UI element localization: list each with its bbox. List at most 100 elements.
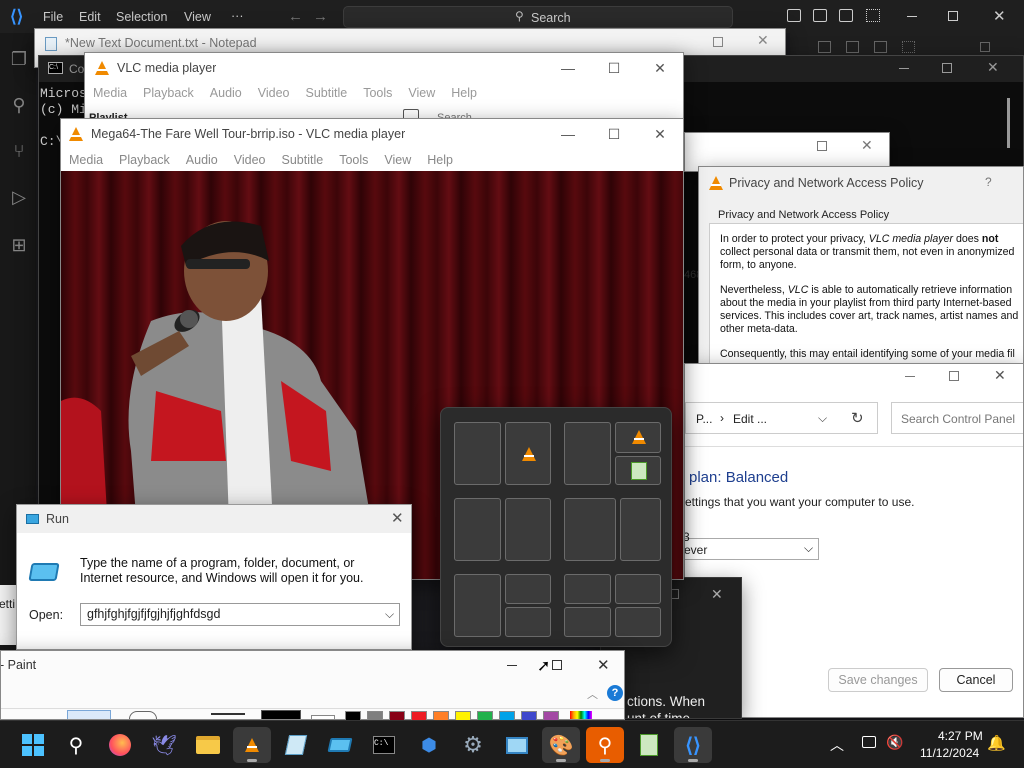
notepad-plus-icon[interactable] [630, 727, 668, 763]
vscode-close-icon[interactable]: ✕ [993, 7, 1006, 25]
vscode-menu-more[interactable]: ··· [231, 9, 244, 23]
menu-tools[interactable]: Tools [355, 86, 400, 100]
menu-audio[interactable]: Audio [202, 86, 250, 100]
network-status-icon[interactable] [862, 736, 876, 748]
notepad-taskbar-icon[interactable] [277, 727, 315, 763]
vscode-menu-view[interactable]: View [184, 10, 211, 24]
magnifier-taskbar-icon[interactable]: ⚲ [586, 727, 624, 763]
notepad-close-icon[interactable]: ✕ [757, 32, 769, 49]
search-icon[interactable]: ⚲ [9, 95, 29, 115]
snap-zone[interactable] [564, 607, 611, 637]
snap-zone[interactable] [564, 574, 611, 604]
clock-time[interactable]: 4:27 PM [938, 729, 983, 743]
snap-zone[interactable] [505, 574, 551, 604]
layout-secondary-icon[interactable] [839, 9, 853, 22]
notepad-maximize-icon[interactable] [713, 37, 723, 47]
menu-help[interactable]: Help [443, 86, 485, 100]
menu-video[interactable]: Video [250, 86, 298, 100]
snap-zone[interactable] [564, 498, 616, 561]
vscode-search-box[interactable]: ⚲ Search [343, 6, 733, 28]
menu-help[interactable]: Help [419, 153, 461, 167]
cmd-close-icon[interactable]: ✕ [987, 59, 999, 76]
menu-video[interactable]: Video [226, 153, 274, 167]
close-icon[interactable]: ✕ [637, 119, 683, 149]
snap-zone[interactable] [615, 607, 661, 637]
minimize-icon[interactable]: — [545, 119, 591, 149]
save-changes-button[interactable]: Save changes [828, 668, 928, 692]
network-app-icon[interactable]: ⬢ [410, 727, 448, 763]
cancel-button[interactable]: Cancel [939, 668, 1013, 692]
cmd-maximize-icon[interactable] [942, 63, 952, 73]
firefox-icon[interactable] [101, 727, 139, 763]
snap-zone[interactable] [454, 574, 501, 637]
show-hidden-icons-icon[interactable]: ︿ [830, 735, 844, 755]
chevron-down-icon[interactable]: ⌵ [818, 411, 827, 426]
bird-app-icon[interactable]: 🕊 [145, 727, 183, 763]
menu-media[interactable]: Media [61, 153, 111, 167]
vscode-menu-file[interactable]: File [43, 10, 63, 24]
paint-edit-colors-icon[interactable] [570, 711, 592, 719]
snap-zone[interactable] [615, 422, 661, 453]
file-explorer-icon[interactable] [189, 727, 227, 763]
snap-zone[interactable] [505, 498, 551, 561]
paint-color1-swatch[interactable] [261, 710, 301, 719]
start-button[interactable] [14, 727, 52, 763]
menu-view[interactable]: View [376, 153, 419, 167]
forward-arrow-icon[interactable]: → [313, 8, 328, 25]
menu-playback[interactable]: Playback [111, 153, 178, 167]
snap-zone[interactable] [615, 456, 661, 485]
layout-panel-icon[interactable] [813, 9, 827, 22]
address-bar[interactable]: P... › Edit ... ⌵ ↻ [685, 402, 878, 434]
vscode-menu-selection[interactable]: Selection [116, 10, 167, 24]
paint-close-icon[interactable]: ✕ [597, 656, 610, 674]
menu-subtitle[interactable]: Subtitle [274, 153, 332, 167]
privacy-help-icon[interactable]: ? [985, 175, 992, 189]
vscode-maximize-icon[interactable] [948, 11, 958, 21]
maximize-icon[interactable]: ☐ [591, 53, 637, 83]
layout-customize-icon[interactable] [866, 9, 880, 22]
back-arrow-icon[interactable]: ← [288, 8, 303, 25]
sleep-select[interactable]: ever ⌵ [685, 538, 819, 560]
paint-help-icon[interactable]: ? [607, 685, 623, 701]
maximize-icon[interactable] [817, 141, 827, 151]
minimize-icon[interactable] [905, 376, 915, 377]
close-icon[interactable]: ✕ [861, 137, 873, 154]
explorer-icon[interactable]: ❐ [9, 49, 29, 69]
run-debug-icon[interactable]: ▷ [9, 187, 29, 207]
paint-shapes-icon[interactable] [129, 711, 157, 719]
cmd-scrollbar[interactable] [1007, 98, 1010, 148]
source-control-icon[interactable]: ⑂ [9, 141, 29, 161]
paint-selection-tool[interactable] [67, 710, 111, 719]
paint-maximize-icon[interactable] [552, 660, 562, 670]
close-icon[interactable]: ✕ [994, 367, 1006, 384]
menu-subtitle[interactable]: Subtitle [298, 86, 356, 100]
search-icon[interactable]: ⚲ [57, 727, 95, 763]
run-open-input[interactable]: gfhjfghjfgjfjfgjhjfjghfdsgd ⌵ [80, 603, 400, 626]
control-panel-search[interactable]: Search Control Panel [891, 402, 1023, 434]
breadcrumb-p[interactable]: P... [696, 412, 712, 426]
dark-dialog-close-icon[interactable]: ✕ [711, 586, 723, 603]
clock-date[interactable]: 11/12/2024 [920, 746, 979, 760]
paint-taskbar-icon[interactable]: 🎨 [542, 727, 580, 763]
snap-zone[interactable] [564, 422, 611, 485]
paint-minimize-icon[interactable] [507, 665, 517, 666]
run-taskbar-icon[interactable] [321, 727, 359, 763]
minimize-icon[interactable]: — [545, 53, 591, 83]
chevron-down-icon[interactable]: ⌵ [385, 607, 394, 622]
remote-desktop-icon[interactable] [498, 727, 536, 763]
run-close-icon[interactable]: ✕ [391, 509, 404, 527]
terminal-icon[interactable]: C:\ [365, 727, 403, 763]
snap-zone[interactable] [454, 422, 501, 485]
cmd-minimize-icon[interactable] [899, 68, 909, 69]
vlc-taskbar-icon[interactable] [233, 727, 271, 763]
menu-tools[interactable]: Tools [331, 153, 376, 167]
snap-zone[interactable] [615, 574, 661, 604]
vscode-menu-edit[interactable]: Edit [79, 10, 101, 24]
snap-zone[interactable] [620, 498, 661, 561]
menu-media[interactable]: Media [85, 86, 135, 100]
snap-zone[interactable] [505, 607, 551, 637]
refresh-icon[interactable]: ↻ [851, 409, 864, 427]
snap-zone[interactable] [505, 422, 551, 485]
menu-audio[interactable]: Audio [178, 153, 226, 167]
ribbon-collapse-icon[interactable]: ︿ [587, 686, 598, 702]
